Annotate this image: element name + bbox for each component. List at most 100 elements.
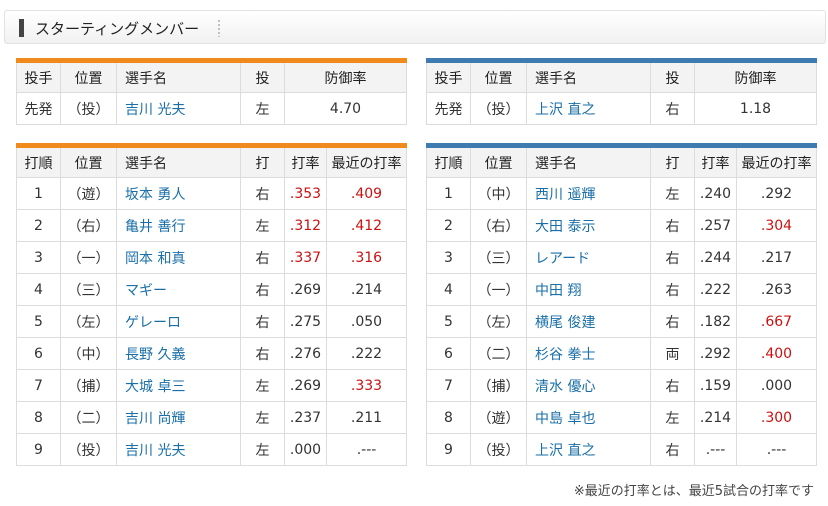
batter-name-link[interactable]: 吉川 尚輝 (116, 401, 241, 434)
header-bats: 打 (240, 143, 285, 178)
left-pitcher-table: 投手 位置 選手名 投 防御率 先発 （投） 吉川 光夫 左 4.70 (16, 58, 407, 125)
batter-name-link[interactable]: 西川 遥輝 (526, 177, 651, 210)
batter-row: 3 （三） レアード右 .244.217 (426, 241, 817, 274)
pitcher-name-link[interactable]: 吉川 光夫 (116, 92, 241, 125)
batter-row: 9 （投） 上沢 直之右 .--- .--- (426, 433, 817, 466)
batter-row: 2 （右） 亀井 善行左 .312.412 (16, 209, 407, 242)
recent-average: .050 (326, 305, 407, 338)
header-average: 打率 (284, 143, 327, 178)
batter-name-link[interactable]: 坂本 勇人 (116, 177, 241, 210)
recent-average: .304 (736, 209, 817, 242)
batting-order: 7 (426, 369, 471, 402)
right-pitcher-table: 投手 位置 選手名 投 防御率 先発 （投） 上沢 直之 右 1.18 (426, 58, 817, 125)
batter-name-link[interactable]: 横尾 俊建 (526, 305, 651, 338)
batter-bats: 右 (650, 209, 695, 242)
batting-average: .269 (284, 369, 327, 402)
batter-position: （二） (60, 401, 117, 434)
pitcher-row: 先発 （投） 上沢 直之 右 1.18 (426, 92, 817, 125)
batter-bats: 右 (240, 241, 285, 274)
header-player-name: 選手名 (116, 143, 241, 178)
batter-bats: 右 (650, 433, 695, 466)
header-recent-average: 最近の打率 (326, 143, 407, 178)
pitcher-role: 先発 (426, 92, 471, 125)
batter-name-link[interactable]: マギー (116, 273, 241, 306)
batting-order: 2 (426, 209, 471, 242)
recent-average: .--- (326, 433, 407, 466)
header-player-name: 選手名 (526, 143, 651, 178)
batter-bats: 左 (240, 209, 285, 242)
batting-order: 4 (16, 273, 61, 306)
batter-position: （捕） (60, 369, 117, 402)
batter-position: （遊） (60, 177, 117, 210)
batter-position: （二） (470, 337, 527, 370)
batting-average: .159 (694, 369, 737, 402)
recent-average: .409 (326, 177, 407, 210)
batting-average: .--- (694, 433, 737, 466)
batting-order: 7 (16, 369, 61, 402)
recent-average: .333 (326, 369, 407, 402)
pitcher-era: 4.70 (284, 92, 407, 125)
batter-position: （三） (60, 273, 117, 306)
batting-average: .337 (284, 241, 327, 274)
recent-average: .214 (326, 273, 407, 306)
recent-average: .667 (736, 305, 817, 338)
batter-position: （一） (60, 241, 117, 274)
batting-average: .214 (694, 401, 737, 434)
batting-order: 8 (426, 401, 471, 434)
batter-name-link[interactable]: レアード (526, 241, 651, 274)
header-player-name: 選手名 (116, 58, 241, 93)
header-order: 打順 (16, 143, 61, 178)
batting-average: .312 (284, 209, 327, 242)
batter-name-link[interactable]: 杉谷 拳士 (526, 337, 651, 370)
batter-row: 5 （左） ゲレーロ右 .275.050 (16, 305, 407, 338)
batter-name-link[interactable]: 長野 久義 (116, 337, 241, 370)
pitcher-throws: 左 (240, 92, 285, 125)
recent-average: .292 (736, 177, 817, 210)
batter-bats: 右 (240, 273, 285, 306)
recent-average: .300 (736, 401, 817, 434)
header-position: 位置 (60, 143, 117, 178)
recent-average: .263 (736, 273, 817, 306)
pitcher-era: 1.18 (694, 92, 817, 125)
recent-average: .--- (736, 433, 817, 466)
batter-position: （左） (470, 305, 527, 338)
batting-order: 9 (16, 433, 61, 466)
batting-order: 2 (16, 209, 61, 242)
batting-average: .000 (284, 433, 327, 466)
batter-name-link[interactable]: 吉川 光夫 (116, 433, 241, 466)
batter-name-link[interactable]: 大城 卓三 (116, 369, 241, 402)
left-batting-table: 打順 位置 選手名 打 打率 最近の打率 1 （遊） 坂本 勇人右 .353.409 2… (16, 143, 407, 466)
pitcher-name-link[interactable]: 上沢 直之 (526, 92, 651, 125)
batter-name-link[interactable]: 亀井 善行 (116, 209, 241, 242)
batter-position: （左） (60, 305, 117, 338)
right-batters: 1 （中） 西川 遥輝左 .240.292 2 （右） 大田 泰示右 .257.304 3 （三）… (426, 177, 817, 466)
batter-row: 1 （遊） 坂本 勇人右 .353.409 (16, 177, 407, 210)
batting-order: 4 (426, 273, 471, 306)
batting-order: 3 (426, 241, 471, 274)
batter-name-link[interactable]: 中田 翔 (526, 273, 651, 306)
batting-average: .222 (694, 273, 737, 306)
batter-name-link[interactable]: ゲレーロ (116, 305, 241, 338)
batter-position: （三） (470, 241, 527, 274)
batter-row: 5 （左） 横尾 俊建右 .182.667 (426, 305, 817, 338)
pitcher-role: 先発 (16, 92, 61, 125)
batter-row: 7 （捕） 大城 卓三左 .269.333 (16, 369, 407, 402)
batter-name-link[interactable]: 中島 卓也 (526, 401, 651, 434)
batter-bats: 両 (650, 337, 695, 370)
batter-row: 8 （二） 吉川 尚輝左 .237.211 (16, 401, 407, 434)
batter-name-link[interactable]: 岡本 和真 (116, 241, 241, 274)
batter-bats: 左 (650, 177, 695, 210)
batter-name-link[interactable]: 清水 優心 (526, 369, 651, 402)
recent-average: .400 (736, 337, 817, 370)
batter-row: 6 （中） 長野 久義右 .276.222 (16, 337, 407, 370)
batting-average: .240 (694, 177, 737, 210)
batting-average: .275 (284, 305, 327, 338)
batter-name-link[interactable]: 上沢 直之 (526, 433, 651, 466)
batter-name-link[interactable]: 大田 泰示 (526, 209, 651, 242)
batting-average: .292 (694, 337, 737, 370)
batter-bats: 右 (650, 241, 695, 274)
drag-handle-icon[interactable] (217, 19, 221, 37)
batter-position: （中） (60, 337, 117, 370)
batter-bats: 右 (240, 177, 285, 210)
batting-average: .182 (694, 305, 737, 338)
